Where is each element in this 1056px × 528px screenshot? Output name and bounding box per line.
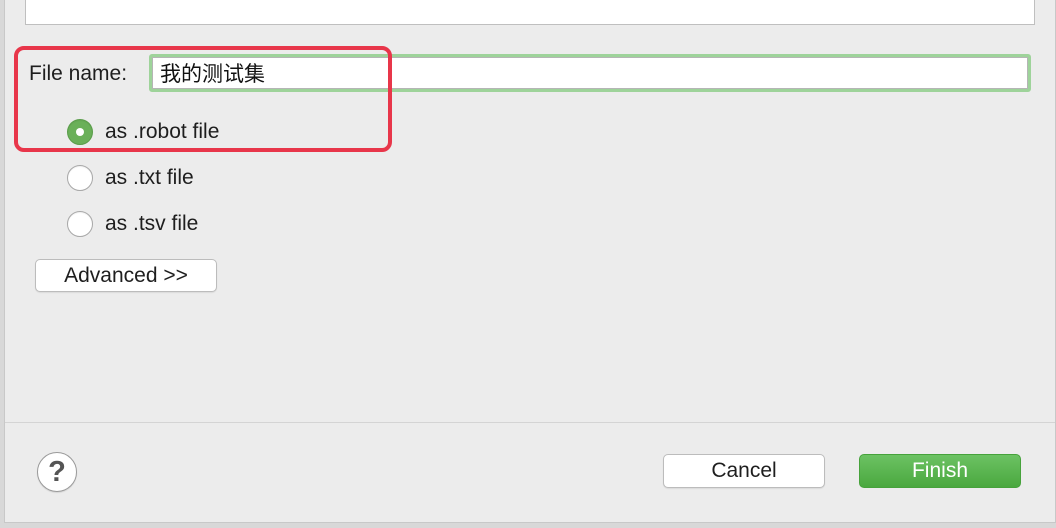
file-name-value: 我的测试集 xyxy=(160,63,265,86)
parent-folder-list[interactable] xyxy=(25,0,1035,25)
help-icon[interactable]: ? xyxy=(37,452,77,492)
finish-button[interactable]: Finish xyxy=(859,454,1021,488)
radio-tsv-label: as .tsv file xyxy=(105,212,199,235)
radio-unchecked-icon[interactable] xyxy=(67,165,93,191)
radio-robot-file[interactable]: as .robot file xyxy=(67,117,219,147)
advanced-button[interactable]: Advanced >> xyxy=(35,259,217,292)
radio-robot-label: as .robot file xyxy=(105,120,220,143)
file-name-input[interactable]: 我的测试集 xyxy=(149,54,1031,92)
input-inner-border xyxy=(152,57,1028,89)
footer-divider xyxy=(5,422,1055,423)
radio-txt-label: as .txt file xyxy=(105,166,194,189)
radio-txt-file[interactable]: as .txt file xyxy=(67,163,194,193)
radio-dot xyxy=(76,128,84,136)
radio-checked-icon[interactable] xyxy=(67,119,93,145)
new-file-dialog: File name: 我的测试集 as .robot file as .txt … xyxy=(4,0,1056,523)
radio-tsv-file[interactable]: as .tsv file xyxy=(67,209,198,239)
file-name-label: File name: xyxy=(29,62,128,85)
radio-unchecked-icon[interactable] xyxy=(67,211,93,237)
cancel-button[interactable]: Cancel xyxy=(663,454,825,488)
